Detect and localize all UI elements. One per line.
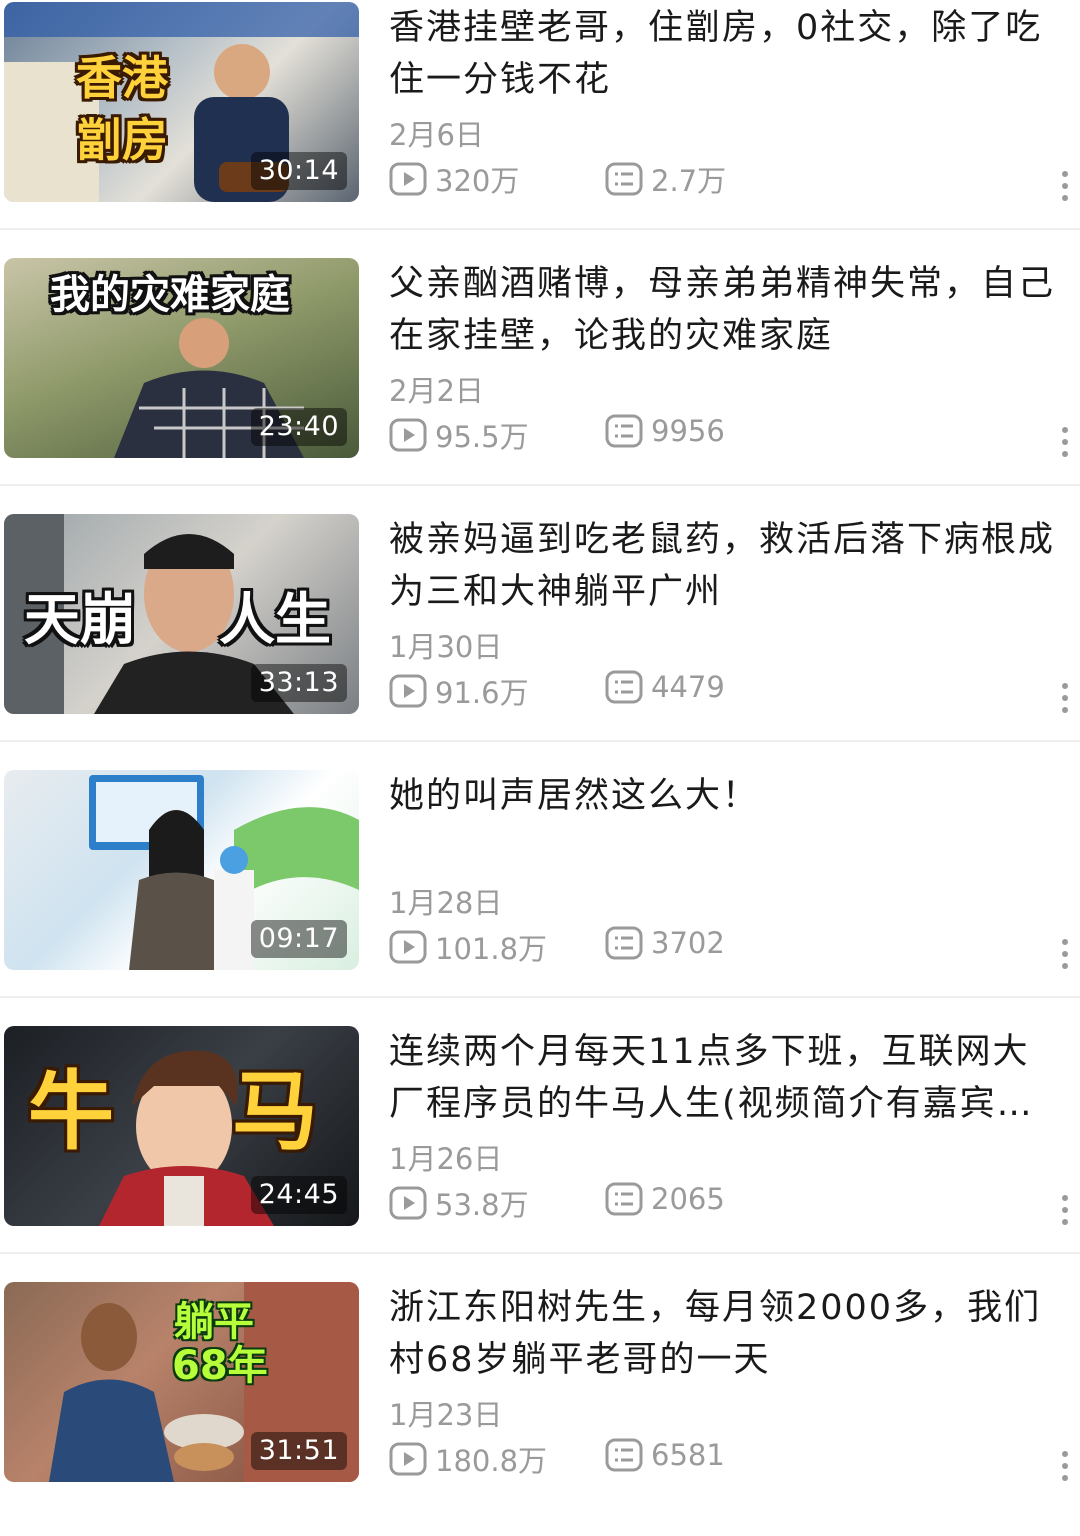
danmaku-count-value: 2.7万 [651,164,727,198]
view-count-value: 91.6万 [435,676,529,710]
danmaku-icon [605,670,643,704]
video-duration: 24:45 [250,1176,347,1214]
video-date: 2月2日 [389,374,484,408]
thumbnail-caption-line: 天崩 [24,588,136,653]
play-count-icon [389,674,427,708]
thumbnail-caption-line: 68年 [172,1343,268,1389]
play-count-icon [389,1186,427,1220]
video-thumbnail[interactable]: 我的灾难家庭 23:40 [4,258,359,458]
view-count: 53.8万 [389,1182,529,1224]
video-item[interactable]: 09:17 她的叫声居然这么大！ 1月28日 101.8万 3702 [0,768,1080,1024]
more-vertical-icon[interactable] [1050,422,1080,462]
view-count: 180.8万 [389,1438,547,1480]
video-item[interactable]: 躺平 68年 31:51 浙江东阳树先生，每月领2000多，我们村68岁躺平老哥… [0,1280,1080,1536]
thumbnail-caption-line: 劏房 [76,113,168,167]
more-vertical-icon[interactable] [1050,678,1080,718]
danmaku-count: 3702 [605,926,725,960]
divider [0,996,1080,998]
danmaku-count: 2.7万 [605,158,726,200]
video-thumbnail[interactable]: 天崩 人生 33:13 [4,514,359,714]
divider [0,740,1080,742]
video-item[interactable]: 我的灾难家庭 23:40 父亲酗酒赌博，母亲弟弟精神失常，自己在家挂壁，论我的灾… [0,256,1080,512]
video-title[interactable]: 她的叫声居然这么大！ [389,770,1065,822]
danmaku-icon [605,1182,643,1216]
view-count: 91.6万 [389,670,529,712]
more-vertical-icon[interactable] [1050,1446,1080,1486]
video-date: 2月6日 [389,118,484,152]
danmaku-icon [605,926,643,960]
view-count-value: 180.8万 [435,1444,548,1478]
divider [0,1252,1080,1254]
video-thumbnail[interactable]: 躺平 68年 31:51 [4,1282,359,1482]
video-stats: 180.8万 6581 [389,1438,1009,1478]
video-duration: 23:40 [250,408,347,446]
video-date: 1月30日 [389,630,503,664]
danmaku-icon [605,162,643,196]
video-item[interactable]: 牛 马 24:45 连续两个月每天11点多下班，互联网大厂程序员的牛马人生(视频… [0,1024,1080,1280]
view-count: 320万 [389,158,519,200]
play-count-icon [389,1442,427,1476]
danmaku-count-value: 4479 [651,670,725,704]
video-stats: 320万 2.7万 [389,158,1009,198]
danmaku-icon [605,414,643,448]
divider [0,228,1080,230]
view-count-value: 101.8万 [435,932,548,966]
video-thumbnail[interactable]: 牛 马 24:45 [4,1026,359,1226]
danmaku-count-value: 6581 [651,1438,725,1472]
video-title[interactable]: 父亲酗酒赌博，母亲弟弟精神失常，自己在家挂壁，论我的灾难家庭 [389,258,1065,362]
video-duration: 30:14 [250,152,347,190]
danmaku-count-value: 9956 [651,414,725,448]
more-vertical-icon[interactable] [1050,1190,1080,1230]
danmaku-count-value: 3702 [651,926,725,960]
thumbnail-caption: 我的灾难家庭 [50,272,290,318]
thumbnail-caption-line: 人生 [219,588,331,653]
thumbnail-caption-line: 躺平 [174,1299,254,1345]
danmaku-count-value: 2065 [651,1182,725,1216]
video-stats: 95.5万 9956 [389,414,1009,454]
danmaku-count: 4479 [605,670,725,704]
video-thumbnail[interactable]: 09:17 [4,770,359,970]
more-vertical-icon[interactable] [1050,166,1080,206]
play-count-icon [389,418,427,452]
video-item[interactable]: 天崩 人生 33:13 被亲妈逼到吃老鼠药，救活后落下病根成为三和大神躺平广州 … [0,512,1080,768]
video-date: 1月26日 [389,1142,503,1176]
danmaku-count: 6581 [605,1438,725,1472]
video-duration: 09:17 [250,920,347,958]
video-duration: 31:51 [250,1432,347,1470]
video-title[interactable]: 浙江东阳树先生，每月领2000多，我们村68岁躺平老哥的一天 [389,1282,1065,1386]
video-duration: 33:13 [250,664,347,702]
video-title[interactable]: 连续两个月每天11点多下班，互联网大厂程序员的牛马人生(视频简介有嘉宾… [389,1026,1065,1130]
view-count-value: 320万 [435,164,520,198]
more-vertical-icon[interactable] [1050,934,1080,974]
video-title[interactable]: 被亲妈逼到吃老鼠药，救活后落下病根成为三和大神躺平广州 [389,514,1065,618]
thumbnail-caption-line: 香港 [76,51,168,105]
danmaku-count: 2065 [605,1182,725,1216]
video-stats: 91.6万 4479 [389,670,1009,710]
video-item[interactable]: 香港 劏房 30:14 香港挂壁老哥，住劏房，0社交，除了吃住一分钱不花 2月6… [0,0,1080,256]
video-list: 香港 劏房 30:14 香港挂壁老哥，住劏房，0社交，除了吃住一分钱不花 2月6… [0,0,1080,1536]
thumbnail-caption-line: 马 [232,1062,318,1162]
danmaku-icon [605,1438,643,1472]
divider [0,484,1080,486]
play-count-icon [389,162,427,196]
view-count: 101.8万 [389,926,547,968]
video-stats: 53.8万 2065 [389,1182,1009,1222]
thumbnail-caption-line: 牛 [28,1062,114,1162]
video-date: 1月23日 [389,1398,503,1432]
video-title[interactable]: 香港挂壁老哥，住劏房，0社交，除了吃住一分钱不花 [389,2,1065,106]
play-count-icon [389,930,427,964]
video-thumbnail[interactable]: 香港 劏房 30:14 [4,2,359,202]
danmaku-count: 9956 [605,414,725,448]
view-count-value: 95.5万 [435,420,529,454]
view-count: 95.5万 [389,414,529,456]
video-date: 1月28日 [389,886,503,920]
view-count-value: 53.8万 [435,1188,529,1222]
video-stats: 101.8万 3702 [389,926,1009,966]
